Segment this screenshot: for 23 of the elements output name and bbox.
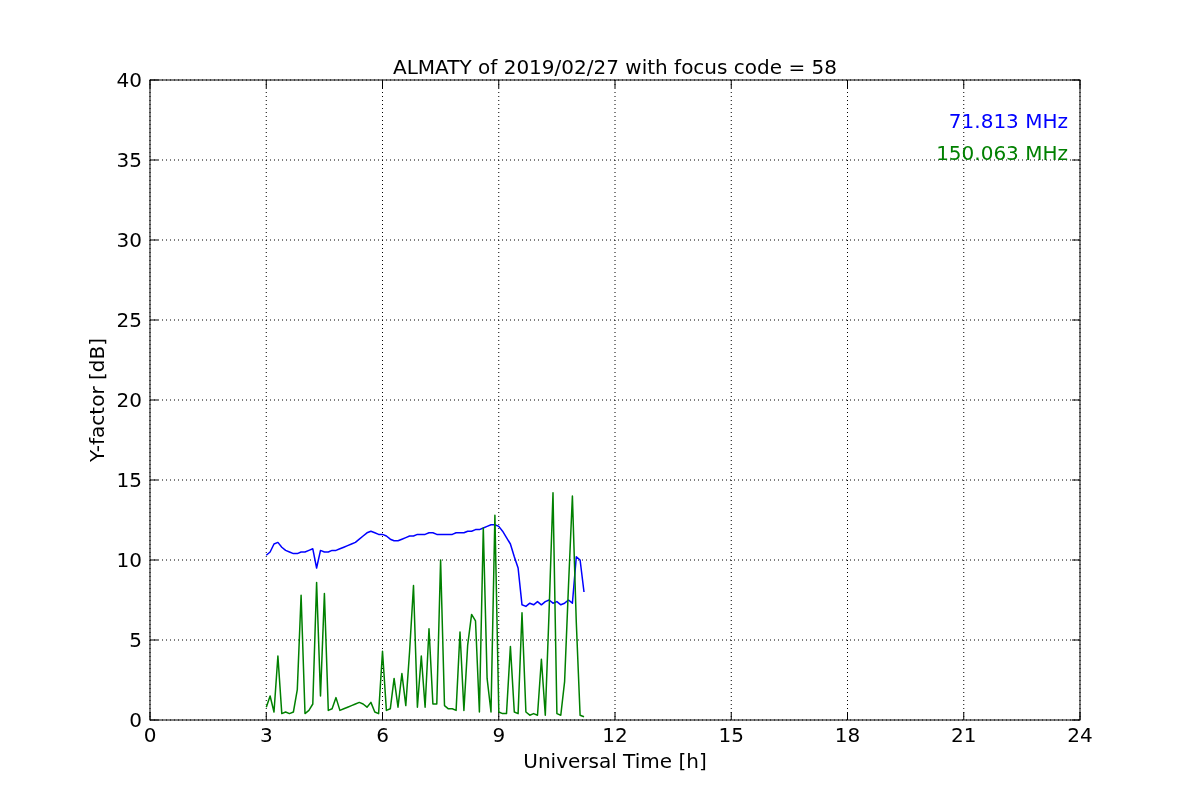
tick-label: 40 <box>116 68 142 92</box>
tick-label: 15 <box>116 468 142 492</box>
tick-label: 24 <box>1067 723 1093 747</box>
x-axis-label: Universal Time [h] <box>523 749 707 773</box>
tick-label: 10 <box>116 548 142 572</box>
tick-label: 15 <box>718 723 744 747</box>
legend-label: 150.063 MHz <box>936 141 1068 165</box>
tick-label: 0 <box>129 708 142 732</box>
tick-label: 3 <box>259 723 273 747</box>
tick-label: 12 <box>602 723 628 747</box>
tick-label: 18 <box>834 723 861 747</box>
tick-label: 9 <box>492 723 506 747</box>
legend-label: 71.813 MHz <box>948 109 1068 133</box>
chart-title: ALMATY of 2019/02/27 with focus code = 58 <box>393 55 837 79</box>
tick-label: 5 <box>129 628 142 652</box>
tick-label: 21 <box>951 723 977 747</box>
tick-label: 30 <box>116 228 142 252</box>
y-axis-label: Y-factor [dB] <box>85 338 109 462</box>
tick-label: 20 <box>116 388 142 412</box>
tick-label: 0 <box>143 723 157 747</box>
tick-label: 6 <box>376 723 389 747</box>
tick-label: 35 <box>116 148 142 172</box>
tick-label: 25 <box>116 308 142 332</box>
